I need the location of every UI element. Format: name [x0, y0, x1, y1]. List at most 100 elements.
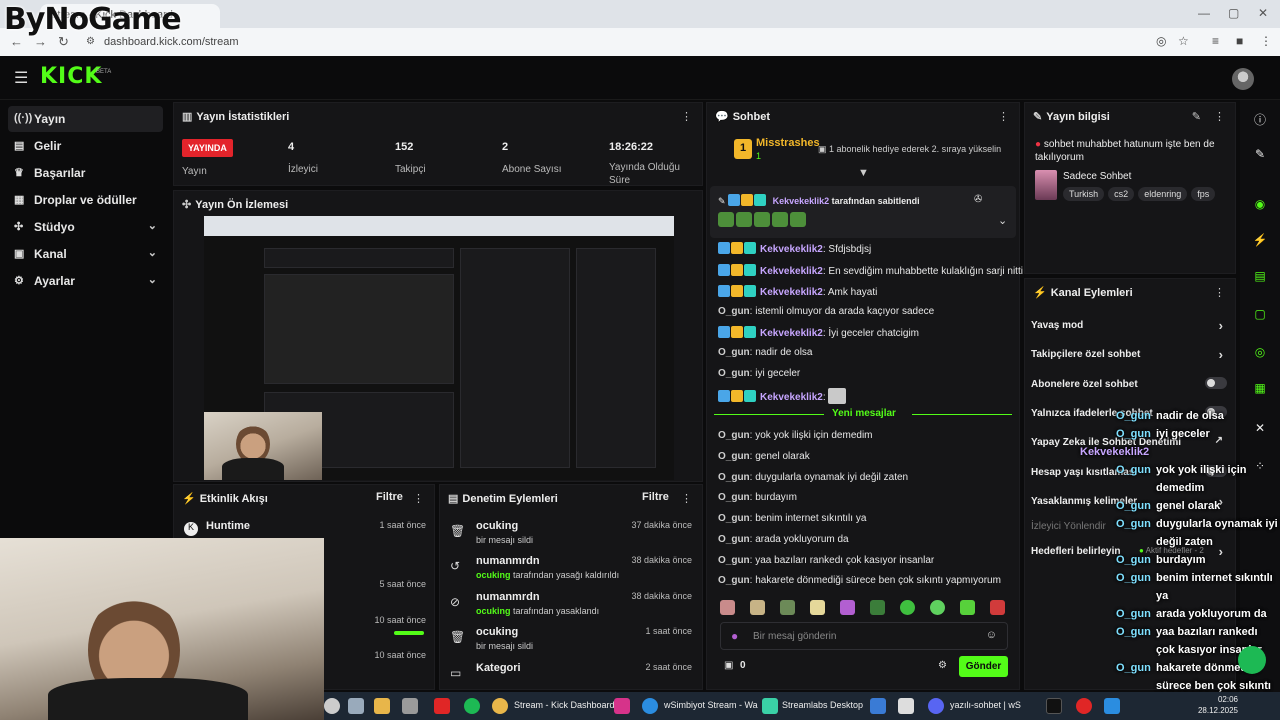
turkey-flag-icon[interactable]	[1076, 698, 1092, 714]
chat-bubble-icon[interactable]	[1238, 646, 1266, 674]
taskbar-app-label[interactable]: Stream - Kick Dashboard	[514, 700, 615, 710]
tiktok-icon[interactable]	[1046, 698, 1062, 714]
taskbar-app-label[interactable]: Streamlabs Desktop	[782, 700, 863, 710]
taskbar-app-label[interactable]: yazılı-sohbet | wS	[950, 700, 1021, 710]
chat-username[interactable]: O_gun	[718, 575, 750, 586]
chat-username[interactable]: O_gun	[718, 347, 750, 358]
more-options-icon[interactable]: ⋮	[413, 492, 424, 505]
extension-icon[interactable]: ■	[1236, 34, 1243, 48]
close-icon[interactable]: ✕	[1258, 6, 1268, 20]
more-options-icon[interactable]: ⋮	[681, 492, 692, 505]
chat-username[interactable]: Kekvekeklik2	[760, 287, 823, 298]
activity-filter-button[interactable]: Filtre	[376, 491, 403, 503]
chrome-icon[interactable]	[492, 698, 508, 714]
points-icon[interactable]: ▣	[724, 660, 733, 671]
category-name[interactable]: Sadece Sohbet	[1063, 171, 1131, 182]
bookmark-star-icon[interactable]: ☆	[1178, 34, 1189, 48]
chat-username[interactable]: O_gun	[718, 513, 750, 524]
emote-icon[interactable]	[720, 600, 735, 615]
menu-icon[interactable]: ⋮	[1260, 34, 1272, 48]
site-info-icon[interactable]: ⚙	[86, 36, 95, 47]
table-icon[interactable]: ▦	[1250, 378, 1270, 398]
emote-icon[interactable]	[840, 600, 855, 615]
sidebar-item-stream[interactable]: ((·)) Yayın	[8, 106, 163, 132]
minimize-icon[interactable]: —	[1198, 6, 1210, 20]
moderation-filter-button[interactable]: Filtre	[642, 491, 669, 503]
sidebar-item-revenue[interactable]: ▤ Gelir	[8, 133, 163, 159]
followers-only-row[interactable]: Takipçilere özel sohbet ›	[1031, 347, 1229, 362]
more-options-icon[interactable]: ⋮	[681, 110, 692, 123]
mod-target[interactable]: ocuking	[476, 626, 518, 638]
hamburger-icon[interactable]: ☰	[14, 68, 28, 88]
eye-off-icon[interactable]: ◎	[1156, 34, 1166, 48]
chat-username[interactable]: O_gun	[718, 555, 750, 566]
sidebar-item-studio[interactable]: ✣ Stüdyo ⌄	[8, 214, 163, 240]
tag[interactable]: fps	[1191, 187, 1216, 201]
chat-icon[interactable]: ▢	[1250, 304, 1270, 324]
spotify-icon[interactable]	[464, 698, 480, 714]
document-icon[interactable]: ▤	[1250, 266, 1270, 286]
instagram-icon[interactable]	[614, 698, 630, 714]
mod-target[interactable]: ocuking	[476, 520, 518, 532]
app-icon[interactable]	[898, 698, 914, 714]
mod-target[interactable]: numanmrdn	[476, 591, 540, 603]
record-icon[interactable]: ◉	[1250, 194, 1270, 214]
emoji-icon[interactable]: ☺	[986, 629, 997, 641]
maximize-icon[interactable]: ▢	[1228, 6, 1239, 20]
discord-icon[interactable]	[928, 698, 944, 714]
chat-username[interactable]: O_gun	[718, 492, 750, 503]
wrench-icon[interactable]: ✕	[1250, 418, 1270, 438]
start-icon[interactable]	[324, 698, 340, 714]
folder-icon[interactable]	[374, 698, 390, 714]
sidebar-item-drops[interactable]: ▦ Droplar ve ödüller	[8, 187, 163, 213]
subscribers-only-toggle[interactable]	[1205, 377, 1227, 389]
chat-username[interactable]: O_gun	[718, 368, 750, 379]
youtube-icon[interactable]	[434, 698, 450, 714]
emote-icon[interactable]	[960, 600, 975, 615]
url-field[interactable]: dashboard.kick.com/stream	[104, 36, 239, 48]
emote-icon[interactable]	[810, 600, 825, 615]
emote-icon[interactable]	[870, 600, 885, 615]
emote-icon[interactable]	[750, 600, 765, 615]
sidebar-item-channel[interactable]: ▣ Kanal ⌄	[8, 241, 163, 267]
collapse-icon[interactable]: ▼	[858, 167, 869, 179]
pen-icon[interactable]: ✎	[1250, 144, 1270, 164]
chat-username[interactable]: Kekvekeklik2	[760, 392, 823, 403]
chat-username[interactable]: Kekvekeklik2	[760, 266, 823, 277]
avatar[interactable]	[1232, 68, 1254, 90]
emote-icon[interactable]	[780, 600, 795, 615]
app-icon[interactable]	[870, 698, 886, 714]
mod-target[interactable]: Kategori	[476, 662, 521, 674]
sidebar-item-achievements[interactable]: ♛ Başarılar	[8, 160, 163, 186]
tag[interactable]: cs2	[1108, 187, 1135, 201]
taskbar-app-label[interactable]: wSimbiyot Stream - Wa	[664, 700, 758, 710]
edit-icon[interactable]: ✎	[1192, 110, 1201, 123]
top-gifter-name[interactable]: Misstrashes	[756, 137, 820, 149]
taskview-icon[interactable]	[348, 698, 364, 714]
emote-icon[interactable]	[930, 600, 945, 615]
more-options-icon[interactable]: ⋮	[998, 110, 1009, 123]
chat-message-input[interactable]: ● Bir mesaj gönderin ☺	[720, 622, 1008, 650]
streamlabs-icon[interactable]	[762, 698, 778, 714]
chat-username[interactable]: O_gun	[718, 430, 750, 441]
chevron-down-icon[interactable]: ⌄	[998, 214, 1007, 227]
more-options-icon[interactable]: ⋮	[1214, 286, 1225, 299]
emote-icon[interactable]	[990, 600, 1005, 615]
tag[interactable]: Turkish	[1063, 187, 1105, 201]
edge-icon[interactable]	[642, 698, 658, 714]
chat-username[interactable]: O_gun	[718, 472, 750, 483]
mod-target[interactable]: numanmrdn	[476, 555, 540, 567]
broadcast-icon[interactable]: ◎	[1250, 342, 1270, 362]
kick-logo[interactable]: KICK	[40, 64, 102, 89]
pinned-user[interactable]: Kekvekeklik2	[773, 196, 830, 206]
mod-actor[interactable]: ocuking	[476, 570, 511, 580]
info-icon[interactable]: ⓘ	[1250, 108, 1270, 128]
category-thumbnail[interactable]	[1035, 170, 1057, 200]
activity-user[interactable]: Huntime	[206, 520, 250, 532]
sidebar-item-settings[interactable]: ⚙ Ayarlar ⌄	[8, 268, 163, 294]
more-options-icon[interactable]: ⋮	[1214, 110, 1225, 123]
chat-username[interactable]: O_gun	[718, 306, 750, 317]
chat-username[interactable]: O_gun	[718, 451, 750, 462]
microphone-icon[interactable]: ●	[731, 629, 738, 643]
emote-icon[interactable]	[900, 600, 915, 615]
